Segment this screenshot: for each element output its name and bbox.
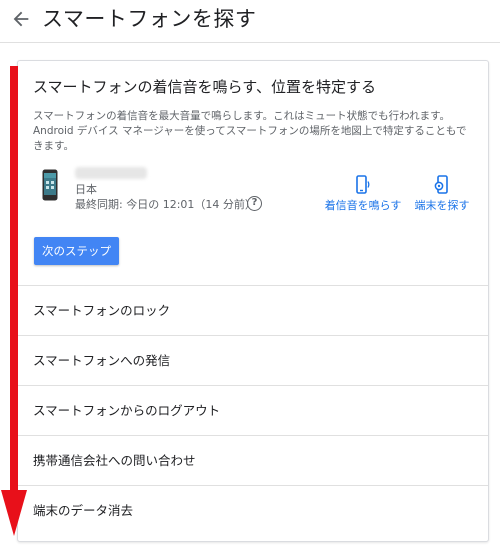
menu-item-lock-phone[interactable]: スマートフォンのロック (18, 285, 488, 335)
menu-item-erase-device[interactable]: 端末のデータ消去 (18, 485, 488, 535)
find-device-icon (434, 175, 448, 194)
app-header: スマートフォンを探す (0, 0, 500, 43)
arrow-back-icon[interactable] (10, 8, 32, 30)
device-last-sync: 最終同期: 今日の 12:01（14 分前） (75, 198, 256, 211)
ring-phone-label: 着信音を鳴らす (324, 199, 402, 212)
phone-ring-icon (356, 175, 370, 194)
section-description: スマートフォンの着信音を最大音量で鳴らします。これはミュート状態でも行われます。… (33, 110, 467, 152)
options-list: スマートフォンのロック スマートフォンへの発信 スマートフォンからのログアウト … (18, 285, 488, 535)
ring-phone-button[interactable]: 着信音を鳴らす (321, 175, 405, 213)
menu-item-contact-carrier[interactable]: 携帯通信会社への問い合わせ (18, 435, 488, 485)
section-title: スマートフォンの着信音を鳴らす、位置を特定する (33, 78, 377, 96)
phone-image (42, 169, 58, 201)
help-icon[interactable]: ? (247, 196, 262, 211)
device-country: 日本 (75, 183, 97, 196)
next-step-button[interactable]: 次のステップ (34, 237, 119, 265)
menu-item-call-phone[interactable]: スマートフォンへの発信 (18, 335, 488, 385)
page-title: スマートフォンを探す (42, 7, 257, 31)
find-device-label: 端末を探す (414, 199, 470, 212)
find-phone-card: スマートフォンの着信音を鳴らす、位置を特定する スマートフォンの着信音を最大音量… (17, 60, 489, 542)
menu-item-sign-out[interactable]: スマートフォンからのログアウト (18, 385, 488, 435)
find-device-button[interactable]: 端末を探す (412, 175, 472, 213)
device-name-redacted (75, 167, 147, 179)
